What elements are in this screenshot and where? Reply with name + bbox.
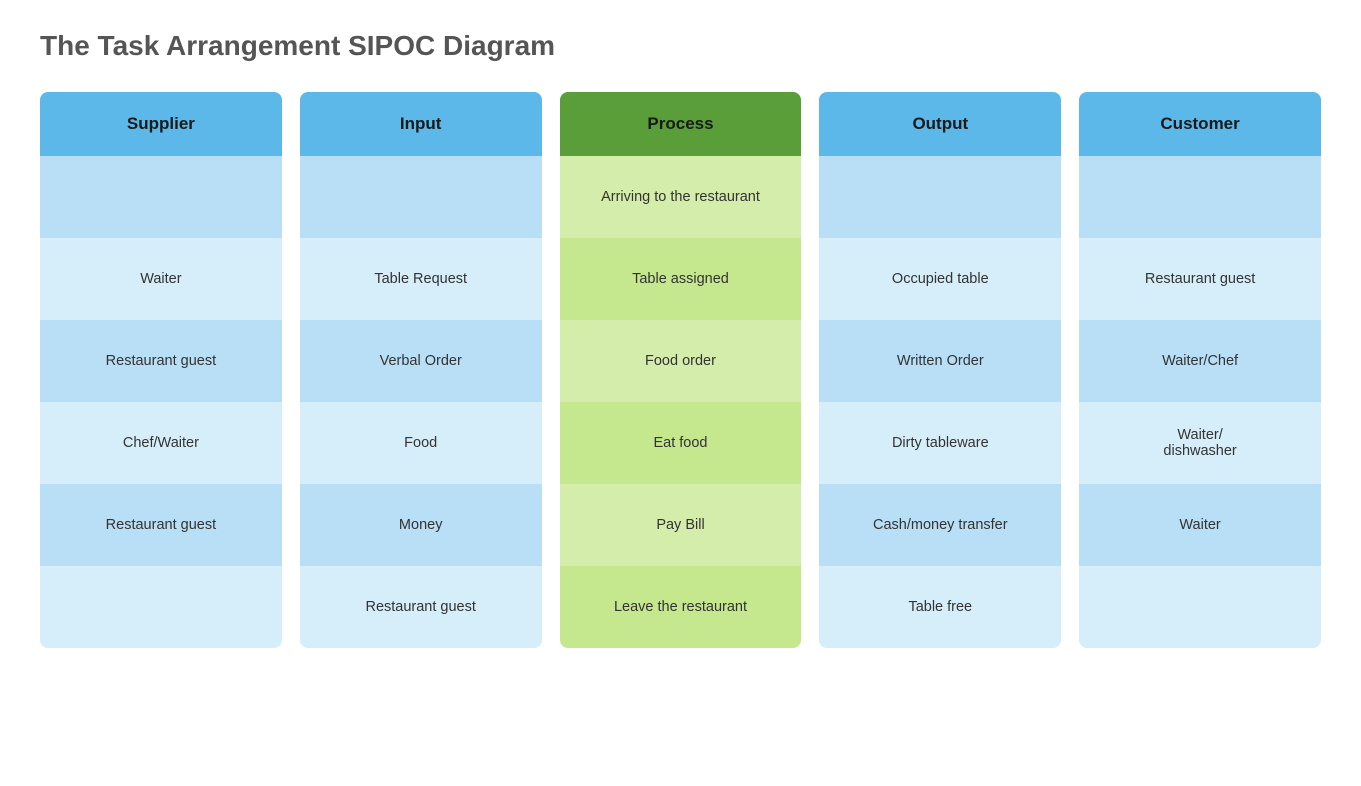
cell-customer-3: Waiter/Chef (1079, 320, 1321, 402)
cell-process-6: Leave the restaurant (560, 566, 802, 648)
cell-output-1 (819, 156, 1061, 238)
column-header-output: Output (819, 92, 1061, 156)
column-input: Input Table RequestVerbal OrderFoodMoneyR… (300, 92, 542, 648)
cell-output-3: Written Order (819, 320, 1061, 402)
cell-input-1 (300, 156, 542, 238)
cell-input-5: Money (300, 484, 542, 566)
cell-output-6: Table free (819, 566, 1061, 648)
cell-output-5: Cash/money transfer (819, 484, 1061, 566)
cell-supplier-5: Restaurant guest (40, 484, 282, 566)
cell-process-4: Eat food (560, 402, 802, 484)
page-title: The Task Arrangement SIPOC Diagram (40, 30, 1321, 62)
cell-supplier-2: Waiter (40, 238, 282, 320)
cell-output-2: Occupied table (819, 238, 1061, 320)
sipoc-diagram: SupplierWaiterRestaurant guestChef/Waite… (40, 92, 1321, 648)
cell-customer-2: Restaurant guest (1079, 238, 1321, 320)
cell-supplier-6 (40, 566, 282, 648)
cell-output-4: Dirty tableware (819, 402, 1061, 484)
cell-process-1: Arriving to the restaurant (560, 156, 802, 238)
cell-supplier-3: Restaurant guest (40, 320, 282, 402)
cell-input-4: Food (300, 402, 542, 484)
cell-customer-5: Waiter (1079, 484, 1321, 566)
column-header-input: Input (300, 92, 542, 156)
cell-input-6: Restaurant guest (300, 566, 542, 648)
column-supplier: SupplierWaiterRestaurant guestChef/Waite… (40, 92, 282, 648)
column-output: Output Occupied tableWritten OrderDirty t… (819, 92, 1061, 648)
column-header-process: Process (560, 92, 802, 156)
cell-supplier-1 (40, 156, 282, 238)
cell-process-2: Table assigned (560, 238, 802, 320)
cell-customer-1 (1079, 156, 1321, 238)
column-process: ProcessArriving to the restaurantTable a… (560, 92, 802, 648)
cell-input-2: Table Request (300, 238, 542, 320)
column-header-customer: Customer (1079, 92, 1321, 156)
cell-process-3: Food order (560, 320, 802, 402)
cell-customer-4: Waiter/dishwasher (1079, 402, 1321, 484)
column-header-supplier: Supplier (40, 92, 282, 156)
cell-process-5: Pay Bill (560, 484, 802, 566)
cell-input-3: Verbal Order (300, 320, 542, 402)
column-customer: CustomerRestaurant guestWaiter/ChefWaite… (1079, 92, 1321, 648)
cell-supplier-4: Chef/Waiter (40, 402, 282, 484)
cell-customer-6 (1079, 566, 1321, 648)
